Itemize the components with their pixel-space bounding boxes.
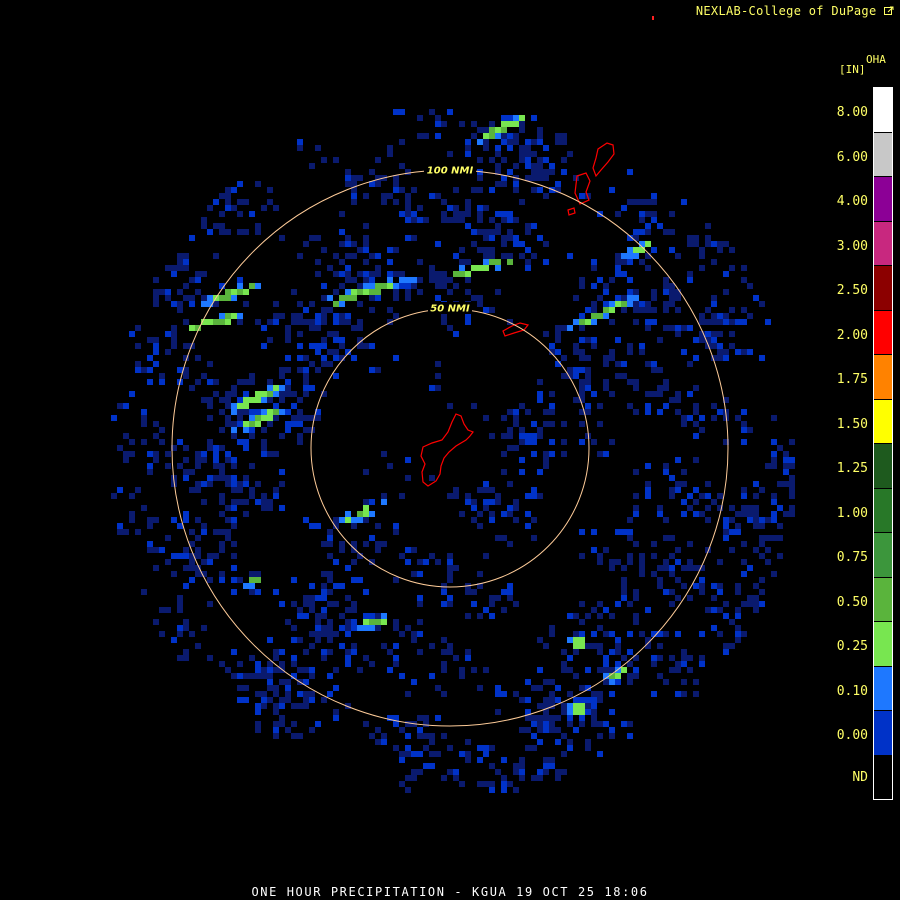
legend-label: 6.00 bbox=[836, 149, 868, 165]
legend-label: 1.25 bbox=[836, 461, 868, 476]
product-code: OHA bbox=[866, 53, 886, 66]
legend-swatch bbox=[874, 488, 892, 532]
legend-swatch bbox=[874, 577, 892, 621]
legend-label: 2.50 bbox=[836, 283, 868, 298]
legend-label: 8.00 bbox=[836, 105, 868, 120]
legend-swatch bbox=[874, 444, 892, 488]
product-caption: ONE HOUR PRECIPITATION - KGUA 19 OCT 25 … bbox=[251, 885, 649, 899]
range-ring-50-label: 50 NMI bbox=[430, 304, 470, 315]
external-link-icon bbox=[884, 6, 894, 15]
legend-label: 0.25 bbox=[836, 639, 868, 654]
radar-map: 100 NMI 50 NMI bbox=[111, 16, 795, 793]
legend-swatch bbox=[874, 88, 892, 132]
legend-units: [IN] bbox=[839, 63, 866, 76]
legend-label: 1.50 bbox=[836, 416, 868, 432]
legend-label: 3.00 bbox=[836, 238, 868, 254]
legend-swatch bbox=[874, 533, 892, 577]
legend-swatch bbox=[874, 221, 892, 265]
legend-swatch bbox=[874, 310, 892, 354]
legend-label: 0.75 bbox=[836, 550, 868, 565]
legend-label: 0.10 bbox=[836, 683, 868, 699]
precipitation-echoes bbox=[111, 109, 795, 793]
range-ring-100 bbox=[171, 169, 729, 727]
aguijan-coastline bbox=[567, 207, 576, 216]
legend-swatch bbox=[874, 666, 892, 710]
tinian-coastline bbox=[574, 172, 591, 205]
guam-coastline bbox=[420, 413, 474, 487]
legend-label: 4.00 bbox=[836, 194, 868, 209]
legend-swatch bbox=[874, 177, 892, 221]
credit-text: NEXLAB-College of DuPage bbox=[695, 4, 877, 18]
legend-swatch bbox=[874, 355, 892, 399]
legend-label: 1.00 bbox=[836, 505, 868, 521]
color-legend bbox=[873, 87, 893, 800]
range-ring-100-label: 100 NMI bbox=[427, 166, 474, 177]
tick-mark bbox=[652, 16, 654, 20]
legend-swatch bbox=[874, 399, 892, 443]
legend-label: 0.50 bbox=[836, 594, 868, 610]
credit-link[interactable]: NEXLAB-College of DuPage bbox=[696, 4, 894, 18]
legend-label: ND bbox=[852, 770, 868, 785]
legend-swatch bbox=[874, 755, 892, 799]
legend-label: 2.00 bbox=[836, 327, 868, 343]
legend-label: 1.75 bbox=[836, 372, 868, 387]
saipan-coastline bbox=[592, 142, 615, 178]
legend-swatch bbox=[874, 266, 892, 310]
legend-swatch bbox=[874, 132, 892, 176]
legend-swatch bbox=[874, 622, 892, 666]
legend-swatch bbox=[874, 711, 892, 755]
legend-label: 0.00 bbox=[836, 728, 868, 743]
